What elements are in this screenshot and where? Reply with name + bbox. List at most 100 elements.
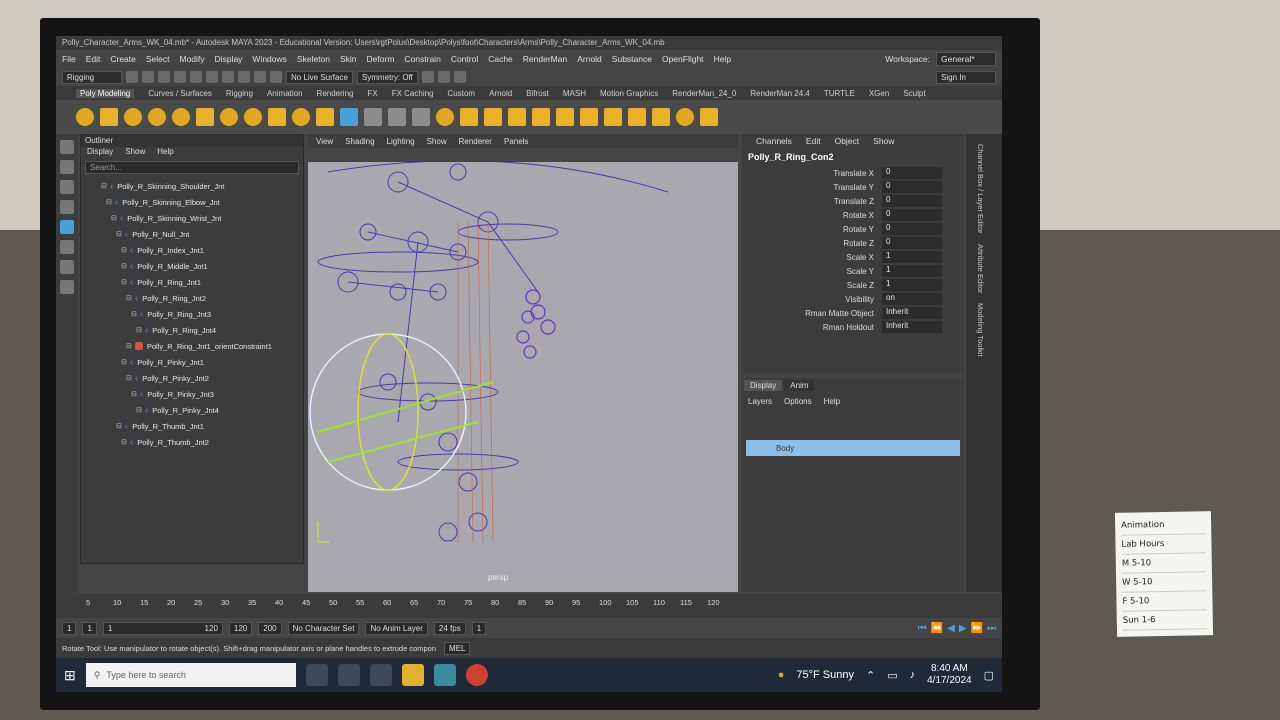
poly-disc-icon[interactable] xyxy=(220,108,238,126)
expand-toggle-icon[interactable]: ⊟ xyxy=(126,374,132,382)
menu-skeleton[interactable]: Skeleton xyxy=(297,54,330,64)
poly-cylinder-icon[interactable] xyxy=(124,108,142,126)
playback-end-field[interactable]: 120 xyxy=(228,621,253,635)
outliner-item[interactable]: ⊟ ‹ Polly_R_Skinning_Wrist_Jnt xyxy=(81,210,303,226)
channel-value-field[interactable]: 0 xyxy=(882,223,942,235)
outliner-item[interactable]: ⊟ ‹ Polly_R_Pinky_Jnt1 xyxy=(81,354,303,370)
expand-toggle-icon[interactable]: ⊟ xyxy=(116,422,122,430)
channel-row[interactable]: Scale X 1 xyxy=(742,250,964,264)
symmetry-dropdown[interactable]: Symmetry: Off xyxy=(356,70,418,84)
snap-point-icon[interactable] xyxy=(270,71,282,83)
combine-icon[interactable] xyxy=(364,108,382,126)
shelf-tab-animation[interactable]: Animation xyxy=(267,89,303,98)
range-bar[interactable]: 1 120 xyxy=(102,621,223,635)
go-to-end-icon[interactable]: ⏭ xyxy=(987,623,996,634)
viewport-menu-renderer[interactable]: Renderer xyxy=(459,137,492,146)
character-set-dropdown[interactable]: No Character Set xyxy=(287,621,360,635)
layout-four-icon[interactable] xyxy=(60,280,74,294)
menu-cache[interactable]: Cache xyxy=(488,54,513,64)
shelf-tab-motion-graphics[interactable]: Motion Graphics xyxy=(600,89,658,98)
playback-start-field[interactable]: 1 xyxy=(82,621,97,635)
multi-cut-icon[interactable] xyxy=(580,108,598,126)
outliner-item[interactable]: ⊟ ‹ Polly_R_Ring_Jnt1 xyxy=(81,274,303,290)
expand-toggle-icon[interactable]: ⊟ xyxy=(126,342,132,350)
menu-file[interactable]: File xyxy=(62,54,76,64)
taskbar-clock[interactable]: 8:40 AM 4/17/2024 xyxy=(927,663,972,687)
shelf-tab-fx[interactable]: FX xyxy=(367,89,377,98)
undo-icon[interactable] xyxy=(174,71,186,83)
outliner-menu-show[interactable]: Show xyxy=(125,147,145,159)
menu-display[interactable]: Display xyxy=(215,54,243,64)
anim-layer-dropdown[interactable]: No Anim Layer xyxy=(365,621,428,635)
viewport-menu-panels[interactable]: Panels xyxy=(504,137,528,146)
menu-modify[interactable]: Modify xyxy=(180,54,205,64)
layer-tab-display[interactable]: Display xyxy=(744,380,783,391)
outliner-item[interactable]: ⊟ ‹ Polly_R_Null_Jnt xyxy=(81,226,303,242)
viewport-scene[interactable]: persp xyxy=(308,160,738,592)
channel-value-field[interactable]: 0 xyxy=(882,181,942,193)
channel-value-field[interactable]: Inherit xyxy=(882,321,942,333)
layout-single-icon[interactable] xyxy=(60,260,74,274)
layer-tab-anim[interactable]: Anim xyxy=(784,380,815,391)
shelf-tab-poly-modeling[interactable]: Poly Modeling xyxy=(76,88,135,98)
smooth-icon[interactable] xyxy=(412,108,430,126)
side-tab-modeling-toolkit[interactable]: Modeling Toolkit xyxy=(976,303,985,357)
expand-toggle-icon[interactable]: ⊟ xyxy=(116,230,122,238)
layer-menu-help[interactable]: Help xyxy=(824,397,840,406)
channel-row[interactable]: Scale Y 1 xyxy=(742,264,964,278)
snap-grid-icon[interactable] xyxy=(238,71,250,83)
rotate-tool-icon[interactable] xyxy=(60,220,74,234)
outliner-item[interactable]: ⊟ ‹ Polly_R_Skinning_Elbow_Jnt xyxy=(81,194,303,210)
append-polygon-icon[interactable] xyxy=(532,108,550,126)
outliner-search-input[interactable]: Search... xyxy=(85,161,299,174)
weather-sun-icon[interactable]: ● xyxy=(778,669,785,681)
network-icon[interactable]: ▭ xyxy=(887,669,897,682)
menu-arnold[interactable]: Arnold xyxy=(577,54,602,64)
expand-toggle-icon[interactable]: ⊟ xyxy=(121,358,127,366)
outliner-item[interactable]: ⊟ ‹ Polly_R_Thumb_Jnt1 xyxy=(81,418,303,434)
mode-dropdown[interactable]: Rigging xyxy=(62,70,122,84)
mail-app-icon[interactable] xyxy=(369,664,392,686)
snap-curve-icon[interactable] xyxy=(254,71,266,83)
type-tool-icon[interactable] xyxy=(292,108,310,126)
expand-toggle-icon[interactable]: ⊟ xyxy=(121,262,127,270)
expand-toggle-icon[interactable]: ⊟ xyxy=(131,310,137,318)
viewport-menu-lighting[interactable]: Lighting xyxy=(387,137,415,146)
mirror-icon[interactable] xyxy=(652,108,670,126)
poly-torus-icon[interactable] xyxy=(172,108,190,126)
time-slider[interactable]: 5 10 15 20 25 30 35 40 45 50 55 60 65 70 75 80 85 90 95 100… xyxy=(56,594,1002,618)
expand-toggle-icon[interactable]: ⊟ xyxy=(111,214,117,222)
redo-icon[interactable] xyxy=(190,71,202,83)
menu-deform[interactable]: Deform xyxy=(367,54,395,64)
boolean-icon[interactable] xyxy=(436,108,454,126)
live-surface-field[interactable]: No Live Surface xyxy=(286,70,353,84)
chevron-up-icon[interactable]: ⌃ xyxy=(866,669,875,682)
shelf-tab-rigging[interactable]: Rigging xyxy=(226,89,253,98)
expand-toggle-icon[interactable]: ⊟ xyxy=(121,246,127,254)
outliner-menu-display[interactable]: Display xyxy=(87,147,113,159)
super-shape-icon[interactable] xyxy=(244,108,262,126)
extrude-icon[interactable] xyxy=(460,108,478,126)
expand-toggle-icon[interactable]: ⊟ xyxy=(136,326,142,334)
channel-menu-channels[interactable]: Channels xyxy=(756,136,792,146)
freeze-transforms-icon[interactable] xyxy=(700,108,718,126)
outliner-item[interactable]: ⊟ ‹ Polly_R_Skinning_Shoulder_Jnt xyxy=(81,178,303,194)
outliner-item[interactable]: ⊟ ‹ Polly_R_Ring_Jnt4 xyxy=(81,322,303,338)
channel-menu-show[interactable]: Show xyxy=(873,136,894,146)
center-pivot-icon[interactable] xyxy=(676,108,694,126)
menu-renderman[interactable]: RenderMan xyxy=(523,54,567,64)
channel-menu-object[interactable]: Object xyxy=(835,136,860,146)
menu-openflight[interactable]: OpenFlight xyxy=(662,54,704,64)
select-object-icon[interactable] xyxy=(222,71,234,83)
channel-row[interactable]: Rman Holdout Inherit xyxy=(742,320,964,334)
shelf-tab-curves-surfaces[interactable]: Curves / Surfaces xyxy=(148,89,212,98)
channel-value-field[interactable]: 0 xyxy=(882,195,942,207)
render-icon[interactable] xyxy=(421,71,434,83)
channel-menu-edit[interactable]: Edit xyxy=(806,136,821,146)
expand-toggle-icon[interactable]: ⊟ xyxy=(101,182,107,190)
select-hierarchy-icon[interactable] xyxy=(206,71,218,83)
end-time-field[interactable]: 200 xyxy=(258,621,282,635)
outliner-item[interactable]: ⊟ ‹ Polly_R_Pinky_Jnt4 xyxy=(81,402,303,418)
channel-row[interactable]: Rotate X 0 xyxy=(742,208,964,222)
bridge-icon[interactable] xyxy=(484,108,502,126)
